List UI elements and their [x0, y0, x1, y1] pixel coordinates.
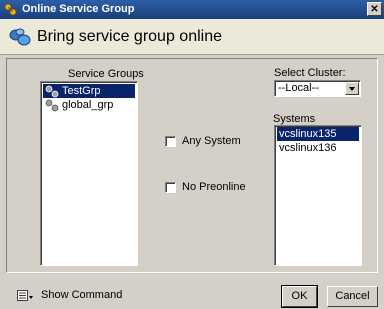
service-groups-list[interactable]: TestGrp global_grp — [40, 81, 138, 266]
list-item-label: vcslinux135 — [279, 128, 337, 140]
list-item-global-grp[interactable]: global_grp — [43, 98, 135, 112]
online-service-group-dialog: Online Service Group ✕ Bring service gro… — [0, 0, 384, 309]
any-system-checkbox[interactable]: Any System — [165, 135, 255, 149]
systems-list[interactable]: vcslinux135 vcslinux136 — [274, 125, 362, 266]
checkbox-box[interactable] — [165, 136, 176, 147]
dialog-header: Bring service group online — [0, 19, 384, 55]
window-title: Online Service Group — [22, 3, 135, 15]
service-group-icon — [45, 99, 59, 112]
list-item-vcslinux135[interactable]: vcslinux135 — [277, 127, 359, 141]
chevron-down-icon[interactable] — [345, 82, 359, 95]
no-preonline-label: No Preonline — [182, 181, 246, 193]
list-item-label: global_grp — [62, 99, 114, 111]
service-group-online-icon — [9, 28, 31, 46]
dialog-heading: Bring service group online — [37, 28, 222, 45]
close-icon: ✕ — [370, 4, 379, 15]
command-icon — [17, 290, 33, 301]
title-bar[interactable]: Online Service Group ✕ — [0, 0, 384, 19]
close-button[interactable]: ✕ — [367, 2, 382, 16]
service-groups-label: Service Groups — [68, 68, 144, 80]
checkbox-box[interactable] — [165, 182, 176, 193]
select-cluster-label: Select Cluster: — [274, 67, 346, 79]
cluster-select[interactable]: --Local-- — [274, 80, 361, 97]
list-item-testgrp[interactable]: TestGrp — [43, 84, 135, 98]
service-group-icon — [45, 85, 59, 98]
service-group-icon — [4, 3, 17, 16]
list-item-label: TestGrp — [62, 85, 101, 97]
list-item-label: vcslinux136 — [279, 142, 337, 154]
any-system-label: Any System — [182, 135, 241, 147]
cluster-select-value: --Local-- — [278, 82, 319, 94]
show-command-label: Show Command — [41, 289, 123, 301]
list-item-vcslinux136[interactable]: vcslinux136 — [277, 141, 359, 155]
systems-label: Systems — [273, 113, 316, 125]
no-preonline-checkbox[interactable]: No Preonline — [165, 181, 255, 195]
cancel-button[interactable]: Cancel — [327, 286, 378, 307]
ok-button[interactable]: OK — [281, 285, 318, 308]
